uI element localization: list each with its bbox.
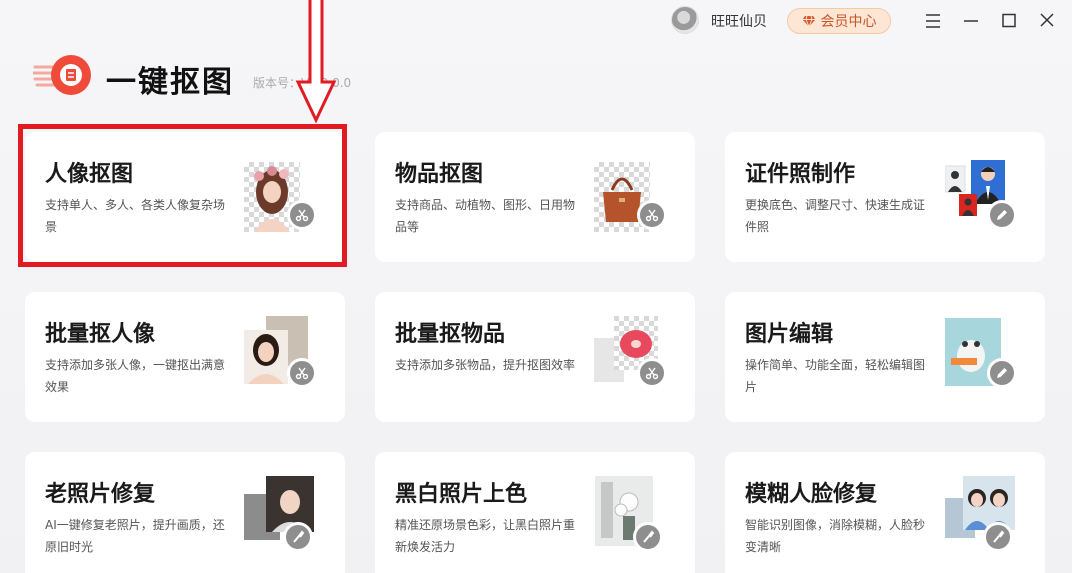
scissors-icon (637, 200, 667, 230)
vip-center-button[interactable]: 会员中心 (787, 8, 891, 34)
card-old-photo-repair[interactable]: 老照片修复 AI一键修复老照片，提升画质，还原旧时光 (25, 452, 345, 573)
minimize-icon[interactable] (959, 10, 983, 32)
card-title: 物品抠图 (395, 162, 484, 187)
card-colorize-photo[interactable]: 黑白照片上色 精准还原场景色彩，让黑白照片重新焕发活力 (375, 452, 695, 573)
diamond-icon (802, 15, 815, 28)
brush-icon (983, 522, 1013, 552)
maximize-icon[interactable] (997, 10, 1021, 32)
card-object-cutout[interactable]: 物品抠图 支持商品、动植物、图形、日用物品等 (375, 132, 695, 262)
arrow-down-icon (295, 0, 337, 124)
menu-icon[interactable] (921, 10, 945, 32)
card-face-deblur[interactable]: 模糊人脸修复 智能识别图像，消除模糊，人脸秒变清晰 (725, 452, 1045, 573)
app-logo-icon (33, 55, 91, 95)
card-id-photo[interactable]: 证件照制作 更换底色、调整尺寸、快速生成证件照 (725, 132, 1045, 262)
card-title: 老照片修复 (45, 482, 156, 507)
scissors-icon (287, 200, 317, 230)
card-title: 图片编辑 (745, 322, 834, 347)
card-desc: AI一键修复老照片，提升画质，还原旧时光 (45, 518, 225, 554)
card-desc: 操作简单、功能全面，轻松编辑图片 (745, 358, 926, 394)
card-portrait-cutout[interactable]: 人像抠图 支持单人、多人、各类人像复杂场景 (25, 132, 345, 262)
card-title: 模糊人脸修复 (745, 482, 878, 507)
card-title: 批量抠人像 (45, 322, 156, 347)
vip-center-label: 会员中心 (820, 14, 877, 30)
pencil-icon (987, 200, 1017, 230)
avatar[interactable] (671, 6, 699, 34)
user-name[interactable]: 旺旺仙贝 (711, 11, 767, 31)
app-title: 一键抠图 (106, 65, 234, 100)
brush-icon (633, 522, 663, 552)
pencil-icon (987, 358, 1017, 388)
card-desc: 支持商品、动植物、图形、日用物品等 (395, 198, 576, 234)
card-image-edit[interactable]: 图片编辑 操作简单、功能全面，轻松编辑图片 (725, 292, 1045, 422)
card-batch-object[interactable]: 批量抠物品 支持添加多张物品，提升抠图效率 (375, 292, 695, 422)
title-bar: 旺旺仙贝 会员中心 (0, 0, 1072, 44)
card-desc: 支持单人、多人、各类人像复杂场景 (45, 198, 226, 234)
card-title: 人像抠图 (45, 162, 134, 187)
card-desc: 更换底色、调整尺寸、快速生成证件照 (745, 198, 926, 234)
card-desc: 精准还原场景色彩，让黑白照片重新焕发活力 (395, 518, 576, 554)
card-title: 黑白照片上色 (395, 482, 528, 507)
card-batch-portrait[interactable]: 批量抠人像 支持添加多张人像，一键抠出满意效果 (25, 292, 345, 422)
card-desc: 支持添加多张物品，提升抠图效率 (395, 358, 576, 372)
close-icon[interactable] (1035, 10, 1059, 32)
card-title: 批量抠物品 (395, 322, 506, 347)
card-desc: 智能识别图像，消除模糊，人脸秒变清晰 (745, 518, 926, 554)
card-desc: 支持添加多张人像，一键抠出满意效果 (45, 358, 226, 394)
scissors-icon (637, 358, 667, 388)
card-title: 证件照制作 (745, 162, 856, 187)
brush-icon (283, 522, 313, 552)
scissors-icon (287, 358, 317, 388)
